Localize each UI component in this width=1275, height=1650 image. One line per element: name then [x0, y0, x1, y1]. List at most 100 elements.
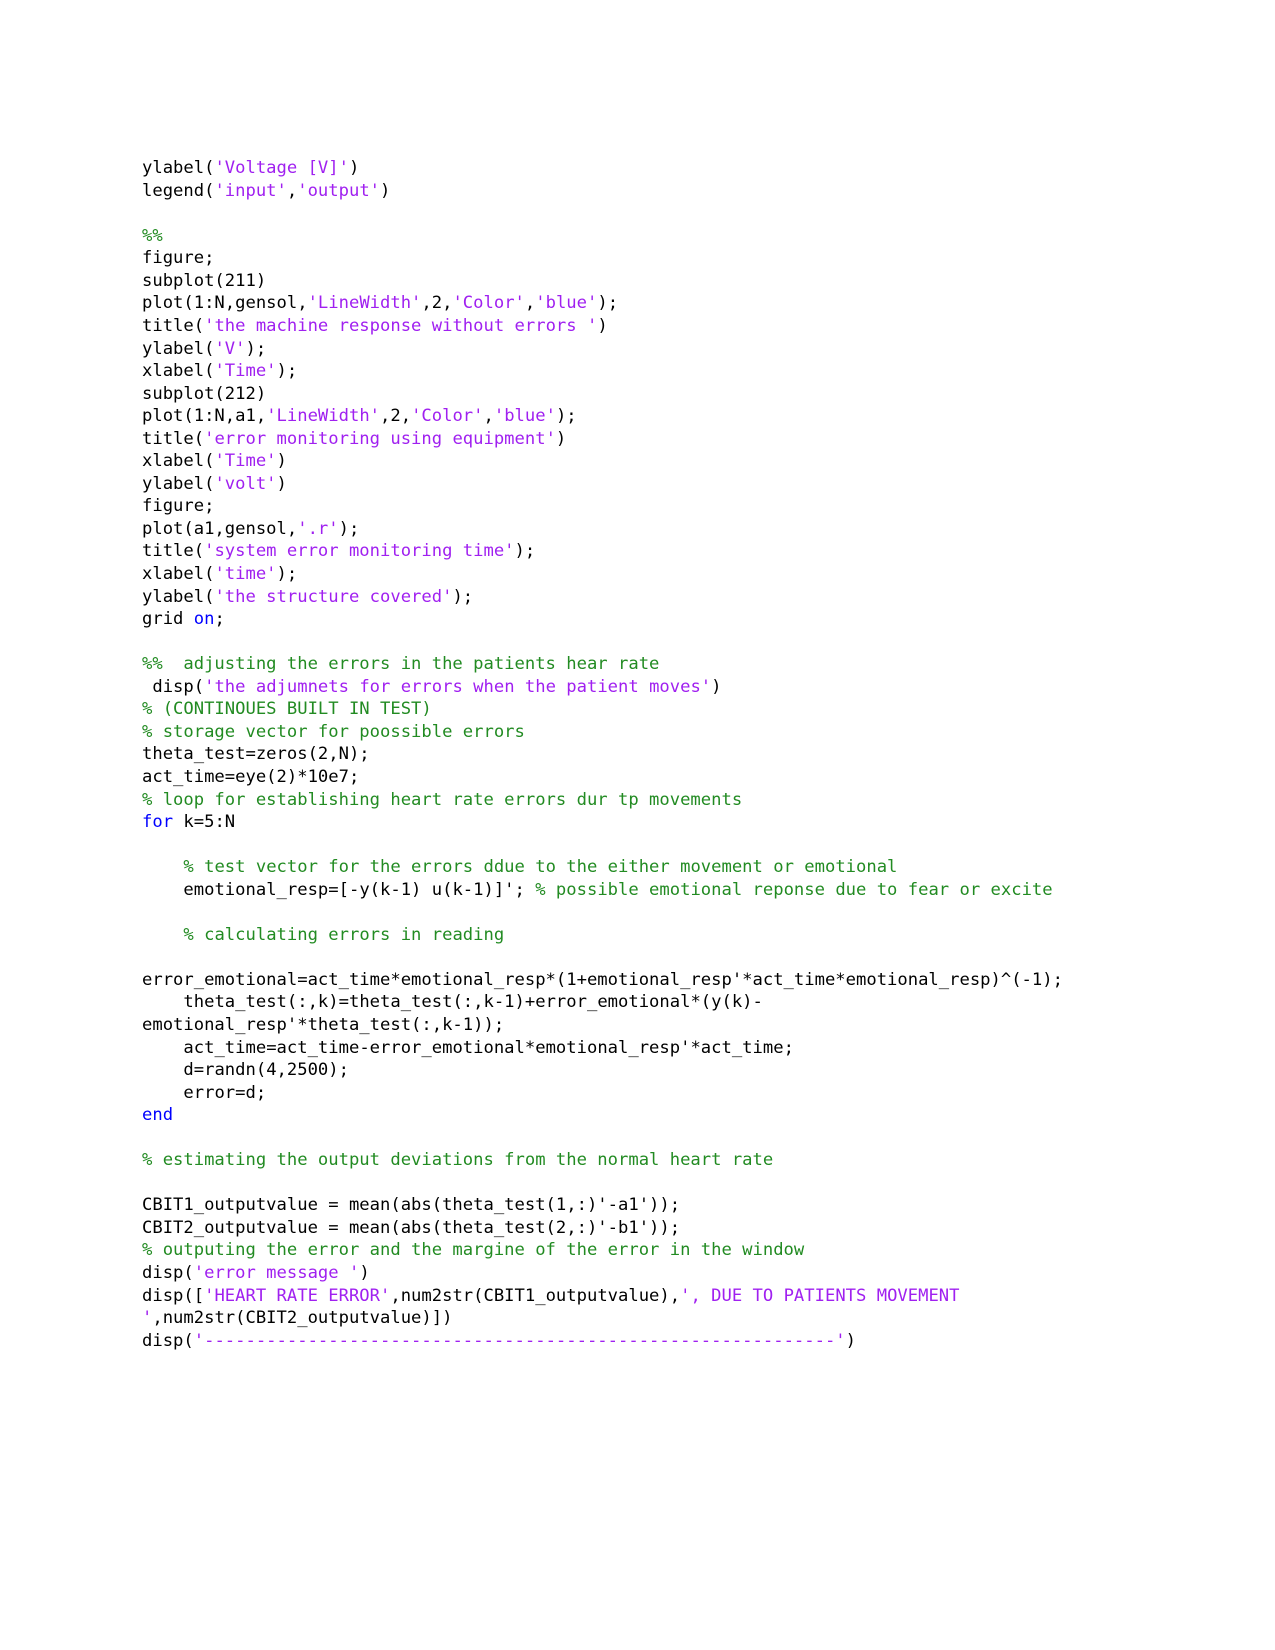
code-line: plot(a1,gensol,'.r'); — [142, 518, 1082, 541]
code-token-code: ) — [276, 473, 287, 494]
code-token-code: ) — [276, 451, 287, 472]
code-line: ylabel('Voltage [V]') — [142, 157, 1082, 180]
code-line: % outputing the error and the margine of… — [142, 1239, 1082, 1262]
code-token-code: emotional_resp=[-y(k-1) u(k-1)]'; — [142, 879, 536, 900]
code-line: theta_test(:,k)=theta_test(:,k-1)+error_… — [142, 991, 1082, 1036]
code-token-code: error=d; — [142, 1082, 267, 1103]
code-token-code: error_emotional=act_time*emotional_resp*… — [142, 969, 1063, 990]
code-line: CBIT1_outputvalue = mean(abs(theta_test(… — [142, 1194, 1082, 1217]
code-token-string: 'LineWidth' — [266, 406, 381, 427]
code-token-code: ,2, — [421, 293, 453, 314]
code-line: theta_test=zeros(2,N); — [142, 743, 1082, 766]
code-line: % loop for establishing heart rate error… — [142, 789, 1082, 812]
code-line: figure; — [142, 247, 1082, 270]
code-token-code: ) — [845, 1330, 857, 1351]
code-line: %% adjusting the errors in the patients … — [142, 653, 1082, 676]
code-token-string: 'blue' — [535, 293, 598, 314]
code-token-code: , — [524, 293, 536, 314]
code-line: title('the machine response without erro… — [142, 315, 1082, 338]
code-token-comment: %% adjusting the errors in the patients … — [142, 654, 660, 675]
code-token-code: ; — [214, 609, 225, 630]
code-token-code: CBIT2_outputvalue = mean(abs(theta_test(… — [142, 1217, 681, 1238]
code-line: title('system error monitoring time'); — [142, 540, 1082, 563]
code-token-string: 'the adjumnets for errors when the patie… — [204, 676, 712, 697]
code-token-code: ); — [555, 406, 577, 427]
code-line: error_emotional=act_time*emotional_resp*… — [142, 969, 1082, 992]
code-line: disp('error message ') — [142, 1262, 1082, 1285]
code-line: % storage vector for poossible errors — [142, 721, 1082, 744]
code-token-string: 'V' — [214, 338, 246, 359]
code-token-string: 'blue' — [493, 406, 556, 427]
code-token-code: ) — [359, 1262, 370, 1283]
code-token-code: ylabel( — [142, 338, 215, 359]
code-token-code: ) — [380, 180, 391, 201]
code-token-code: ,2, — [380, 406, 412, 427]
code-token-comment: % outputing the error and the margine of… — [142, 1240, 805, 1261]
code-token-string: 'Color' — [411, 406, 484, 427]
code-line: for k=5:N — [142, 811, 1082, 834]
code-token-code: ) — [711, 676, 722, 697]
code-token-comment: %% — [142, 225, 163, 246]
code-token-code: figure; — [142, 496, 215, 517]
code-token-code: title( — [142, 428, 205, 449]
code-line: title('error monitoring using equipment'… — [142, 428, 1082, 451]
code-token-string: 'Time' — [214, 451, 277, 472]
code-line: end — [142, 1104, 1082, 1127]
code-token-string: 'time' — [214, 564, 277, 585]
code-line: disp('the adjumnets for errors when the … — [142, 676, 1082, 699]
code-token-code: ylabel( — [142, 586, 215, 607]
code-line: error=d; — [142, 1082, 1082, 1105]
code-token-code: ); — [452, 586, 474, 607]
code-line: act_time=eye(2)*10e7; — [142, 766, 1082, 789]
code-token-comment: % calculating errors in reading — [142, 924, 505, 945]
code-token-code: theta_test=zeros(2,N); — [142, 744, 370, 765]
code-token-code: d=randn(4,2500); — [142, 1060, 349, 1081]
code-line: act_time=act_time-error_emotional*emotio… — [142, 1037, 1082, 1060]
code-token-code: ); — [276, 361, 298, 382]
matlab-code-listing[interactable]: ylabel('Voltage [V]') legend('input','ou… — [142, 157, 1082, 1352]
code-token-code: ); — [245, 338, 267, 359]
code-line: plot(1:N,a1,'LineWidth',2,'Color','blue'… — [142, 405, 1082, 428]
code-token-comment: % possible emotional reponse due to fear… — [535, 879, 1053, 900]
code-token-code: xlabel( — [142, 451, 215, 472]
code-token-code: plot(a1,gensol, — [142, 518, 298, 539]
code-token-code: disp( — [142, 1262, 194, 1283]
code-line: disp(['HEART RATE ERROR',num2str(CBIT1_o… — [142, 1285, 1082, 1330]
code-token-code: disp([ — [142, 1285, 205, 1306]
code-token-code: ) — [348, 158, 360, 179]
code-token-code: theta_test(:,k)=theta_test(:,k-1)+error_… — [142, 992, 763, 1035]
code-token-code: figure; — [142, 248, 215, 269]
code-token-code: ,num2str(CBIT2_outputvalue)]) — [152, 1308, 453, 1329]
code-token-code: ,num2str(CBIT1_outputvalue), — [390, 1285, 681, 1306]
code-line: disp('----------------------------------… — [142, 1330, 1082, 1353]
code-token-string: 'the structure covered' — [214, 586, 453, 607]
code-token-code: ) — [555, 428, 567, 449]
code-line: emotional_resp=[-y(k-1) u(k-1)]'; % poss… — [142, 879, 1082, 902]
code-line: legend('input','output') — [142, 180, 1082, 203]
code-line: %% — [142, 225, 1082, 248]
code-line: ylabel('the structure covered'); — [142, 586, 1082, 609]
code-line: subplot(211) — [142, 270, 1082, 293]
code-token-code: k=5:N — [173, 812, 236, 833]
code-token-comment: % storage vector for poossible errors — [142, 721, 525, 742]
code-token-code: disp( — [142, 676, 205, 697]
code-token-comment: % estimating the output deviations from … — [142, 1150, 774, 1171]
code-token-comment: % loop for establishing heart rate error… — [142, 789, 743, 810]
code-token-code: grid — [142, 609, 194, 630]
code-token-string: 'Color' — [452, 293, 525, 314]
code-token-keyword: on — [193, 609, 215, 630]
code-token-string: 'LineWidth' — [307, 293, 422, 314]
code-line: subplot(212) — [142, 383, 1082, 406]
code-token-code: ); — [276, 564, 298, 585]
code-token-string: 'error message ' — [193, 1262, 360, 1283]
code-token-code: ylabel( — [142, 473, 215, 494]
code-token-string: 'Time' — [214, 361, 277, 382]
code-line: ylabel('volt') — [142, 473, 1082, 496]
code-token-keyword: end — [142, 1105, 174, 1126]
code-line: CBIT2_outputvalue = mean(abs(theta_test(… — [142, 1217, 1082, 1240]
code-token-string: '.r' — [297, 518, 339, 539]
